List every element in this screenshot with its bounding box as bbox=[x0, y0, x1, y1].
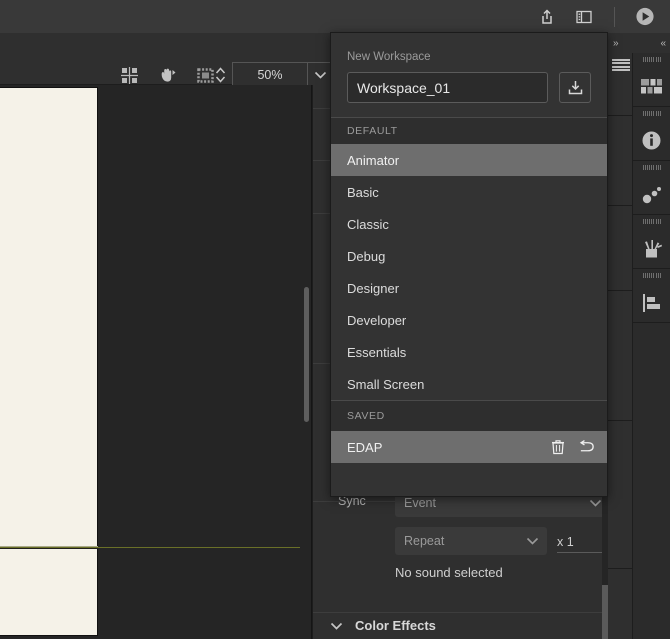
workspace-item-essentials[interactable]: Essentials bbox=[331, 336, 607, 368]
workspace-item-label: EDAP bbox=[347, 439, 383, 455]
dock-column-rule bbox=[608, 115, 633, 116]
dock-tab-info[interactable] bbox=[633, 107, 670, 161]
workspace-item-developer[interactable]: Developer bbox=[331, 304, 607, 336]
collapse-panels-icon[interactable]: « bbox=[660, 38, 665, 49]
drag-grip-icon bbox=[642, 111, 661, 116]
workspace-item-label: Small Screen bbox=[347, 376, 425, 392]
chevron-down-icon bbox=[589, 499, 602, 507]
workspace-item-designer[interactable]: Designer bbox=[331, 272, 607, 304]
workspace-item-label: Classic bbox=[347, 216, 389, 232]
panel-dock: » « bbox=[608, 33, 670, 639]
save-workspace-button[interactable] bbox=[559, 72, 591, 103]
color-effects-label: Color Effects bbox=[355, 618, 436, 633]
play-test-icon[interactable] bbox=[635, 7, 655, 27]
tool-button-group bbox=[118, 64, 216, 86]
dock-tab-align[interactable] bbox=[633, 269, 670, 323]
dock-column-rule bbox=[608, 420, 633, 421]
stage-scrollbar-thumb[interactable] bbox=[304, 287, 309, 422]
dock-tab-library[interactable] bbox=[633, 53, 670, 107]
sound-status-label: No sound selected bbox=[395, 565, 503, 580]
panel-layout-icon[interactable] bbox=[574, 7, 594, 27]
group-header-default: DEFAULT bbox=[331, 118, 607, 144]
drag-grip-icon bbox=[642, 273, 661, 278]
workspace-item-label: Animator bbox=[347, 152, 400, 168]
workspace-item-classic[interactable]: Classic bbox=[331, 208, 607, 240]
topbar-divider bbox=[614, 6, 615, 27]
sync-select-value: Event bbox=[404, 496, 436, 510]
repeat-select[interactable]: Repeat bbox=[395, 527, 547, 555]
dock-tab-transform[interactable] bbox=[633, 161, 670, 215]
chevron-down-icon bbox=[526, 537, 539, 545]
transform-tool-icon[interactable] bbox=[118, 64, 140, 86]
workspace-item-label: Debug bbox=[347, 248, 386, 264]
workspace-name-input[interactable]: Workspace_01 bbox=[347, 72, 548, 103]
library-grid-icon bbox=[640, 67, 663, 106]
workspace-item-edap[interactable]: EDAP bbox=[331, 431, 607, 463]
expand-panels-icon[interactable]: » bbox=[613, 38, 618, 49]
workspace-item-label: Designer bbox=[347, 280, 400, 296]
topbar-icon-group bbox=[537, 6, 670, 27]
workspace-popup: New Workspace Workspace_01 DEFAULT Anima… bbox=[330, 32, 608, 497]
application-window: 50% Sync Event Repeat x 1 No sound selec… bbox=[0, 0, 670, 639]
dock-column-rule bbox=[608, 205, 633, 206]
document-divider bbox=[0, 548, 98, 549]
workspace-item-label: Developer bbox=[347, 312, 407, 328]
dock-column-rule bbox=[608, 290, 633, 291]
document-page bbox=[0, 87, 98, 636]
workspace-item-actions bbox=[550, 439, 595, 455]
group-header-saved: SAVED bbox=[331, 401, 607, 431]
workspace-item-basic[interactable]: Basic bbox=[331, 176, 607, 208]
particles-dots-icon bbox=[641, 175, 663, 214]
drag-grip-icon bbox=[642, 219, 661, 224]
workspace-item-animator[interactable]: Animator bbox=[331, 144, 607, 176]
panel-menu-icon[interactable] bbox=[612, 57, 630, 73]
align-icon bbox=[641, 283, 663, 322]
dock-header: » « bbox=[608, 33, 670, 53]
hand-paint-tool-icon[interactable] bbox=[156, 64, 178, 86]
chevron-down-icon bbox=[330, 622, 343, 630]
dock-tab-list bbox=[633, 53, 670, 323]
workspace-item-label: Basic bbox=[347, 184, 379, 200]
stage-canvas[interactable] bbox=[0, 85, 312, 639]
delete-icon[interactable] bbox=[550, 439, 566, 455]
dock-tab-tools[interactable] bbox=[633, 215, 670, 269]
new-workspace-section: New Workspace Workspace_01 bbox=[331, 33, 607, 117]
workspace-item-debug[interactable]: Debug bbox=[331, 240, 607, 272]
panel-scrollbar-thumb-secondary[interactable] bbox=[602, 585, 608, 639]
drag-grip-icon bbox=[642, 165, 661, 170]
workspace-item-label: Essentials bbox=[347, 344, 407, 360]
dock-sidebar-column bbox=[608, 53, 633, 639]
new-workspace-label: New Workspace bbox=[347, 51, 431, 63]
drag-grip-icon bbox=[642, 57, 661, 62]
color-effects-section-header[interactable]: Color Effects bbox=[330, 612, 608, 639]
top-app-bar bbox=[0, 0, 670, 33]
new-workspace-row: Workspace_01 bbox=[347, 72, 591, 103]
tools-brushes-icon bbox=[641, 229, 663, 268]
dock-column-rule bbox=[608, 568, 633, 569]
revert-icon[interactable] bbox=[579, 439, 595, 455]
info-icon bbox=[641, 121, 662, 160]
repeat-select-value: Repeat bbox=[404, 534, 445, 548]
share-export-icon[interactable] bbox=[537, 7, 557, 27]
workspace-item-small-screen[interactable]: Small Screen bbox=[331, 368, 607, 400]
